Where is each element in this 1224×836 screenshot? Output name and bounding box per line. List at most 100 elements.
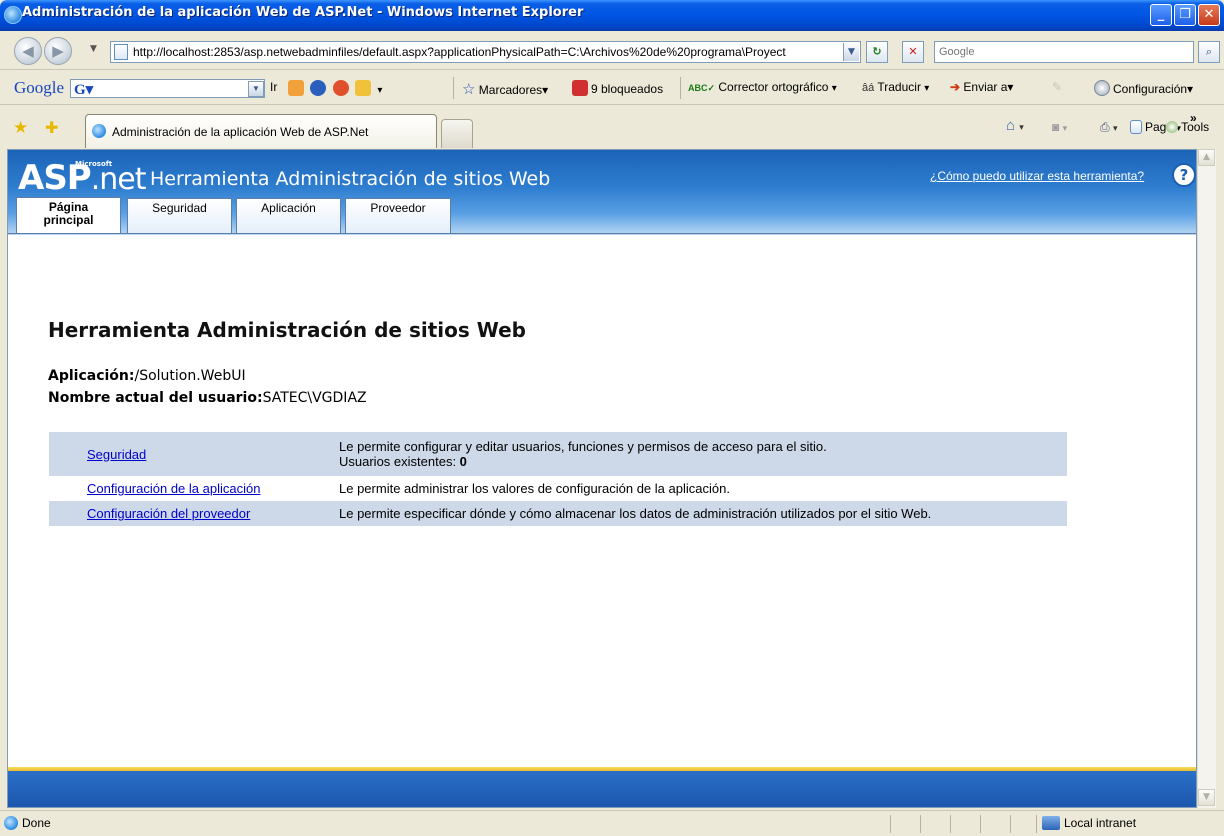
status-divider xyxy=(890,815,891,833)
popup-blocker-label: 9 bloqueados xyxy=(591,82,664,96)
row-link-cell: Configuración del proveedor xyxy=(49,501,339,526)
title-bar[interactable]: Administración de la aplicación Web de A… xyxy=(0,0,1224,31)
send-to-label: Enviar a▾ xyxy=(963,80,1014,94)
tools-gear-icon xyxy=(1166,121,1178,133)
new-tab-button[interactable] xyxy=(441,119,473,148)
browser-tab-label: Administración de la aplicación Web de A… xyxy=(112,125,369,139)
scroll-up-icon[interactable]: ▲ xyxy=(1198,149,1215,166)
intranet-zone-icon xyxy=(1042,816,1060,830)
search-field[interactable] xyxy=(934,41,1194,63)
print-icon[interactable]: ⎙ ▾ xyxy=(1100,120,1117,135)
search-input[interactable] xyxy=(935,42,1193,62)
help-link[interactable]: ¿Cómo puedo utilizar esta herramienta? xyxy=(930,169,1144,183)
translate-button[interactable]: âá Traducir ▾ xyxy=(862,80,929,94)
url-text[interactable]: http://localhost:2853/asp.netwebadminfil… xyxy=(133,45,843,59)
star-icon: ☆ xyxy=(462,81,476,98)
application-info: Aplicación:/Solution.WebUI xyxy=(48,368,246,384)
highlight-icon[interactable]: ✎ xyxy=(1052,80,1062,94)
translate-icon: âá xyxy=(862,82,875,94)
settings-button[interactable]: Configuración▾ xyxy=(1094,80,1193,96)
google-dropdown-icon[interactable]: ▼ xyxy=(248,81,264,97)
row-link-cell: Seguridad xyxy=(49,432,339,476)
app-config-link[interactable]: Configuración de la aplicación xyxy=(87,481,260,496)
ie-logo-icon xyxy=(4,6,22,24)
table-row: Configuración de la aplicación Le permit… xyxy=(49,476,1067,501)
users-count-value: 0 xyxy=(459,454,467,469)
tab-application-label: Aplicación xyxy=(261,201,316,215)
tools-menu[interactable]: Tools xyxy=(1166,120,1209,134)
recent-pages-dropdown-icon[interactable]: ▼ xyxy=(90,44,97,54)
tab-security-label: Seguridad xyxy=(152,201,207,215)
add-favorite-icon[interactable]: ✚ xyxy=(45,118,58,138)
provider-config-link[interactable]: Configuración del proveedor xyxy=(87,506,250,521)
address-field[interactable]: http://localhost:2853/asp.netwebadminfil… xyxy=(110,41,861,63)
status-divider xyxy=(950,815,951,833)
tools-menu-label: Tools xyxy=(1181,120,1210,134)
status-divider xyxy=(980,815,981,833)
more-dropdown-icon[interactable]: ▾ xyxy=(377,85,382,96)
user-label: Nombre actual del usuario: xyxy=(48,390,263,406)
tab-row: ★ ✚ Administración de la aplicación Web … xyxy=(0,106,1224,148)
browser-tab-active[interactable]: Administración de la aplicación Web de A… xyxy=(85,114,437,148)
bookmarks-label: Marcadores▾ xyxy=(478,83,549,97)
popup-blocker-button[interactable]: 9 bloqueados xyxy=(572,80,663,96)
status-text: Done xyxy=(22,816,51,830)
news-icon[interactable] xyxy=(310,80,327,96)
feeds-icon[interactable]: ◙ ▾ xyxy=(1052,120,1067,134)
close-button[interactable]: ✕ xyxy=(1198,4,1220,26)
vertical-scrollbar[interactable]: ▲ ▼ xyxy=(1197,149,1216,808)
users-count: Usuarios existentes: 0 xyxy=(339,454,1067,469)
tab-underline xyxy=(8,233,1196,234)
google-g-icon[interactable]: G▾ xyxy=(74,80,93,99)
separator xyxy=(453,77,454,99)
help-icon[interactable]: ? xyxy=(1172,163,1196,187)
tab-provider[interactable]: Proveedor xyxy=(345,198,451,233)
gadgets-icon[interactable] xyxy=(355,80,372,96)
status-divider xyxy=(1036,815,1037,833)
tab-security[interactable]: Seguridad xyxy=(127,198,232,233)
minimize-button[interactable]: _ xyxy=(1150,4,1172,26)
table-row: Seguridad Le permite configurar y editar… xyxy=(49,432,1067,476)
tab-home[interactable]: Página principal xyxy=(16,197,121,234)
refresh-icon[interactable]: ↻ xyxy=(866,41,888,63)
tab-application[interactable]: Aplicación xyxy=(236,198,341,233)
window-title: Administración de la aplicación Web de A… xyxy=(22,5,584,20)
google-toolbar: Google G▾ ▼ Ir ▾ ☆ Marcadores▾ 9 bloquea… xyxy=(0,71,1224,105)
spellcheck-button[interactable]: ABC✓ Corrector ortográfico ▾ xyxy=(688,80,837,94)
toolbar-extra-icons[interactable]: ▾ xyxy=(288,80,382,96)
favorites-star-icon[interactable]: ★ xyxy=(13,118,28,138)
asp-net-logo: ASP.net Microsoft xyxy=(18,158,147,198)
home-icon[interactable]: ⌂ ▾ xyxy=(1006,117,1024,134)
page-menu-icon xyxy=(1130,120,1142,134)
send-to-button[interactable]: ➔ Enviar a▾ xyxy=(950,80,1013,94)
bookmarks-button[interactable]: ☆ Marcadores▾ xyxy=(462,80,548,98)
stop-icon[interactable]: ✕ xyxy=(902,41,924,63)
search-icon[interactable]: ⌕ xyxy=(1198,41,1220,63)
send-arrow-icon: ➔ xyxy=(950,80,961,94)
settings-label: Configuración▾ xyxy=(1113,82,1194,96)
forward-button[interactable]: ▶ xyxy=(44,37,72,65)
address-dropdown-icon[interactable]: ▼ xyxy=(843,43,859,61)
separator xyxy=(680,77,681,99)
application-label: Aplicación: xyxy=(48,368,135,384)
blogger-icon[interactable] xyxy=(332,80,349,96)
address-row: ◀ ▶ ▼ http://localhost:2853/asp.netwebad… xyxy=(0,31,1224,70)
admin-links-table: Seguridad Le permite configurar y editar… xyxy=(49,432,1067,526)
scroll-down-icon[interactable]: ▼ xyxy=(1198,789,1215,806)
maximize-button[interactable]: ❐ xyxy=(1174,4,1196,26)
security-link[interactable]: Seguridad xyxy=(87,447,146,462)
google-search-input[interactable]: G▾ xyxy=(70,79,265,98)
row-desc-cell: Le permite administrar los valores de co… xyxy=(339,476,1067,501)
pagerank-icon[interactable] xyxy=(288,80,304,96)
spellcheck-label: Corrector ortográfico xyxy=(718,80,829,94)
site-banner: ASP.net Microsoft Herramienta Administra… xyxy=(8,150,1196,235)
translate-label: Traducir xyxy=(877,80,921,94)
users-count-label: Usuarios existentes: xyxy=(339,454,460,469)
ie-status-icon xyxy=(4,816,18,830)
tab-home-line2: principal xyxy=(43,213,94,227)
status-bar: Done Local intranet xyxy=(0,810,1224,836)
security-zone-text: Local intranet xyxy=(1064,816,1137,830)
page-title: Herramienta Administración de sitios Web xyxy=(48,318,526,342)
back-button[interactable]: ◀ xyxy=(14,37,42,65)
go-button[interactable]: Ir xyxy=(270,80,277,94)
